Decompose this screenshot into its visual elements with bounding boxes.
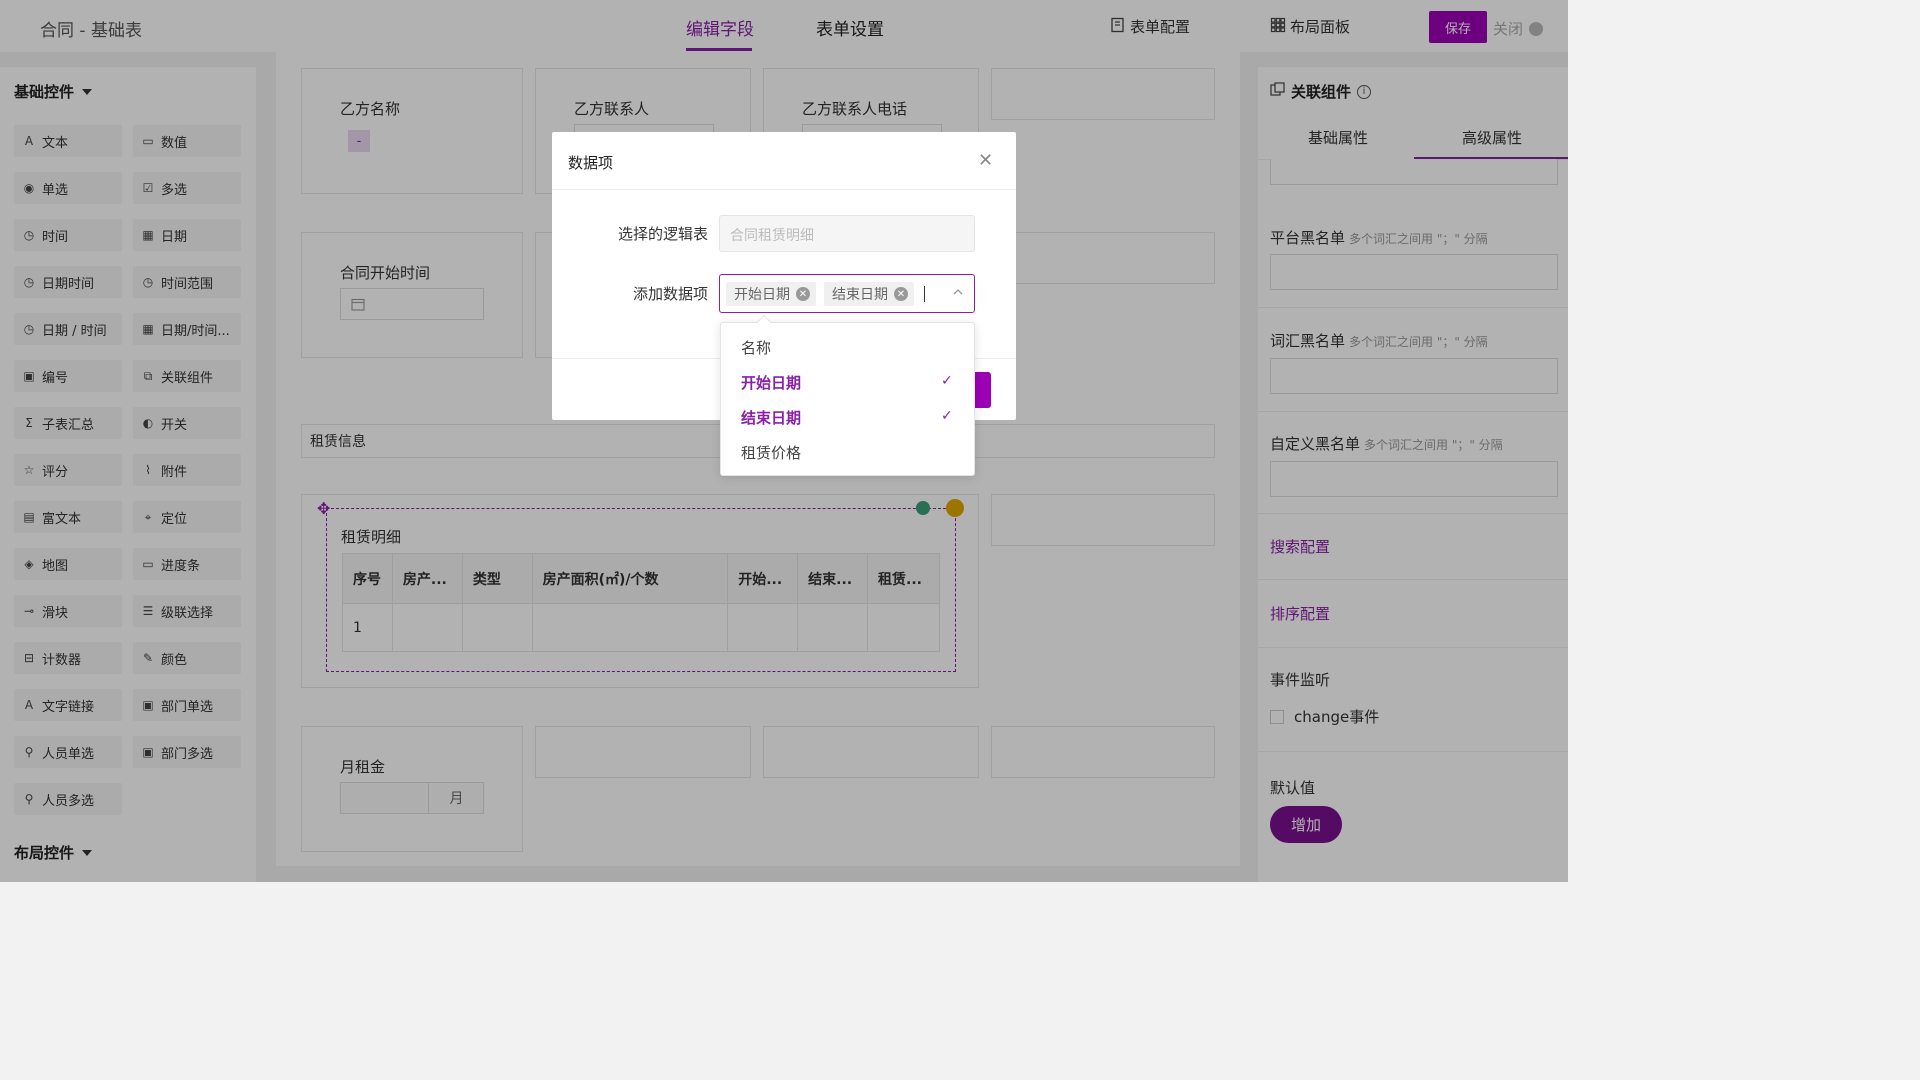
selected-tag: 开始日期 ✕: [726, 282, 816, 306]
close-icon[interactable]: ✕: [978, 150, 993, 171]
logic-table-value: 合同租赁明细: [730, 228, 814, 244]
text-cursor: [924, 286, 925, 302]
checkmark-icon: ✓: [941, 373, 953, 389]
logic-table-label: 选择的逻辑表: [617, 225, 708, 243]
dialog-header-divider: [552, 189, 1016, 190]
selected-tag: 结束日期 ✕: [824, 282, 914, 306]
dropdown-option[interactable]: 结束日期: [741, 407, 801, 428]
dialog-title: 数据项: [568, 154, 614, 172]
items-dropdown: 名称开始日期 ✓ 结束日期 ✓ 租赁价格: [720, 314, 975, 476]
logic-table-select: 合同租赁明细: [719, 215, 975, 252]
remove-tag-icon[interactable]: ✕: [894, 287, 908, 301]
chevron-up-icon[interactable]: [952, 286, 964, 302]
tag-label: 结束日期: [832, 287, 888, 303]
dropdown-option[interactable]: 名称: [741, 337, 771, 358]
dropdown-option[interactable]: 开始日期: [741, 372, 801, 393]
add-items-multiselect[interactable]: 开始日期 ✕ 结束日期 ✕: [719, 274, 975, 313]
add-items-label: 添加数据项: [632, 285, 708, 303]
checkmark-icon: ✓: [941, 408, 953, 424]
tag-label: 开始日期: [734, 287, 790, 303]
remove-tag-icon[interactable]: ✕: [796, 287, 810, 301]
dropdown-option[interactable]: 租赁价格: [741, 442, 801, 463]
